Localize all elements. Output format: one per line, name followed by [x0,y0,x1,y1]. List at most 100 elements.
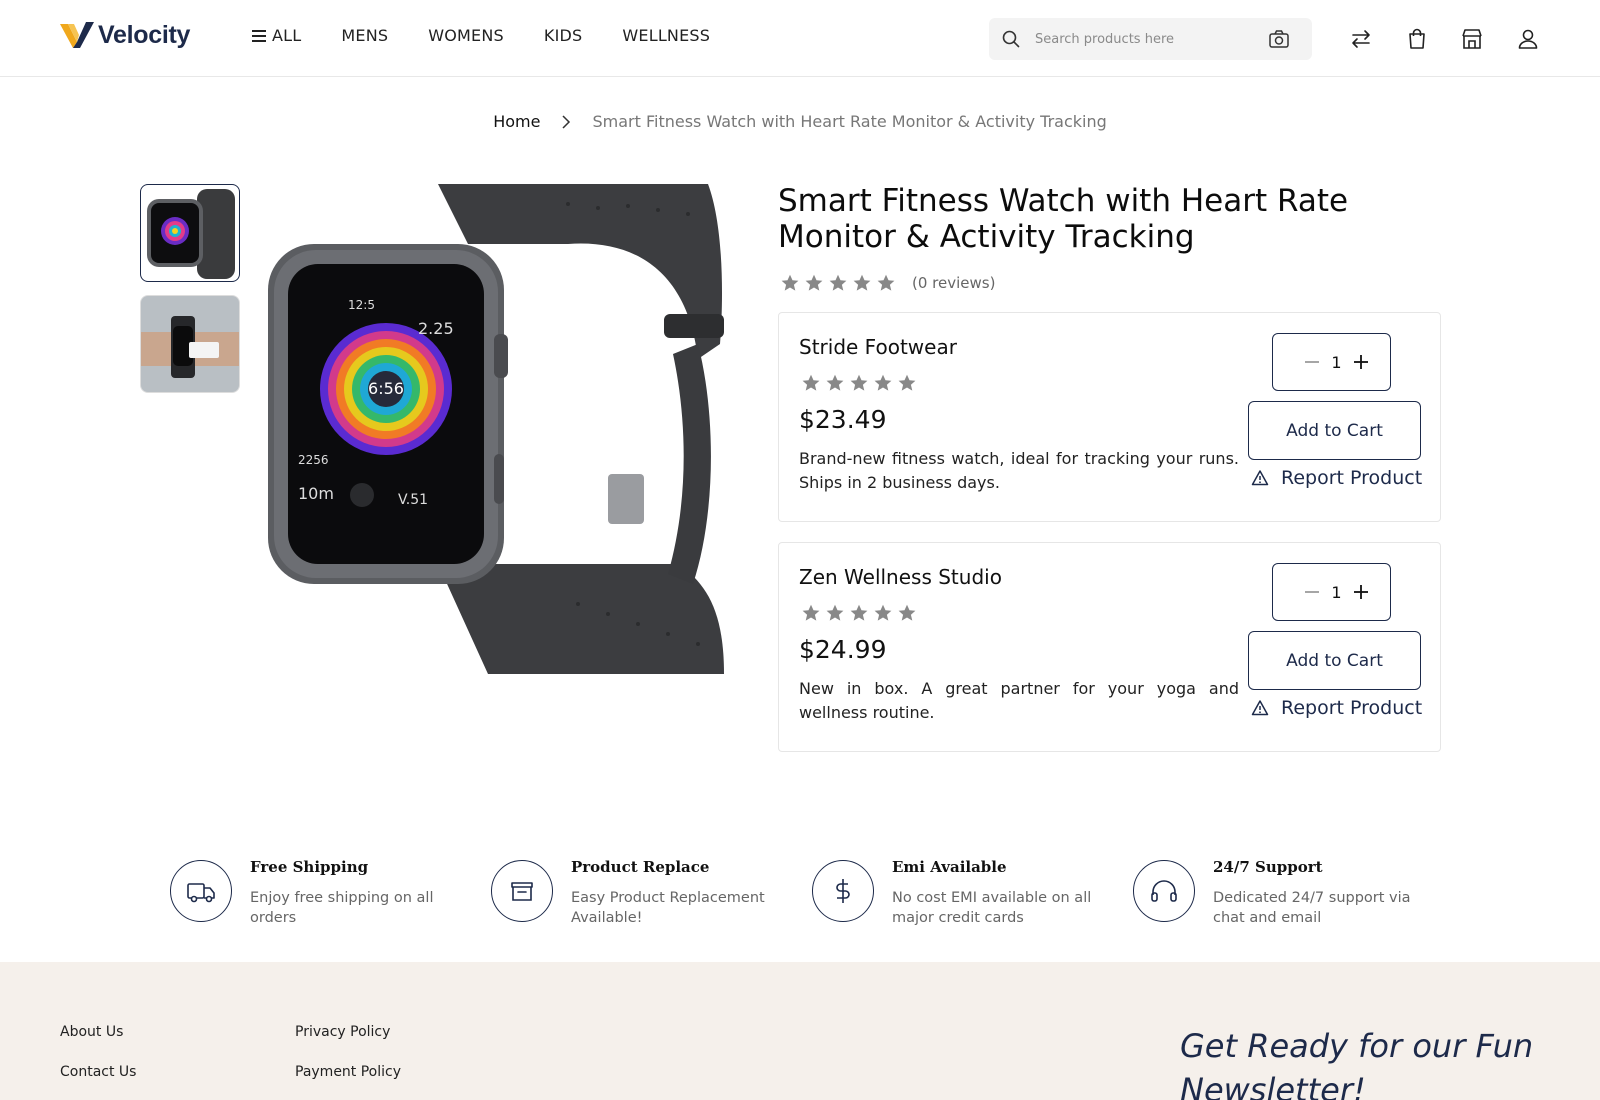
star-icon [850,604,868,621]
seller-name[interactable]: Zen Wellness Studio [799,565,1002,589]
newsletter-heading: Get Ready for our Fun Newsletter! [1180,1027,1534,1100]
user-icon[interactable] [1515,26,1541,52]
menu-icon [252,29,266,42]
star-icon [826,374,844,391]
add-to-cart-button[interactable]: Add to Cart [1248,631,1421,690]
truck-icon [187,883,215,903]
feature-description: Enjoy free shipping on all orders [250,890,434,926]
compare-icon[interactable] [1348,26,1374,52]
star-icon [805,274,823,291]
nav-item-mens[interactable]: MENS [341,26,388,45]
feature-icon-circle [812,860,874,922]
seller-description: Brand-new fitness watch, ideal for track… [799,449,1239,492]
seller-name[interactable]: Stride Footwear [799,335,957,359]
svg-text:2.25: 2.25 [418,319,454,338]
report-product-link[interactable]: Report Product [1251,697,1422,719]
star-icon [850,374,868,391]
feature-description: No cost EMI available on all major credi… [892,890,1092,926]
star-icon [898,604,916,621]
svg-text:10m: 10m [298,484,334,503]
minus-icon[interactable] [1303,353,1321,371]
nav-item-womens[interactable]: WOMENS [428,26,504,45]
dollar-icon [836,879,850,903]
plus-icon[interactable] [1352,353,1370,371]
breadcrumb-home[interactable]: Home [493,112,540,131]
feature-title: Emi Available [892,858,1007,876]
thumbnail-watch-on-wrist[interactable] [140,295,240,393]
product-rating: (0 reviews) [780,273,995,293]
seller-card: Zen Wellness Studio $24.99 New in box. A… [778,542,1441,752]
site-footer: About Us Contact Us Privacy Policy Payme… [0,962,1600,1100]
logo-mark-icon [60,22,94,48]
wrist-thumbnail-image [141,296,239,392]
seller-rating [801,603,921,623]
report-product-link[interactable]: Report Product [1251,467,1422,489]
star-icon [874,604,892,621]
seller-price: $23.49 [799,405,887,434]
feature-emi-available: Emi Available No cost EMI available on a… [812,858,1112,938]
store-icon[interactable] [1459,26,1485,52]
report-label: Report Product [1281,697,1423,719]
thumbnail-watch-front[interactable] [140,184,240,282]
search-bar [989,18,1312,60]
star-icon [874,374,892,391]
watch-thumbnail-image [147,189,235,279]
feature-product-replace: Product Replace Easy Product Replacement… [491,858,791,938]
product-main-image: 6:56 12:5 2.25 2256 10m V.51 [268,184,724,674]
add-to-cart-button[interactable]: Add to Cart [1248,401,1421,460]
feature-title: 24/7 Support [1213,858,1323,876]
search-icon[interactable] [1001,29,1021,49]
nav-label: ALL [272,26,302,45]
footer-link-privacy-policy[interactable]: Privacy Policy [295,1024,390,1040]
product-title: Smart Fitness Watch with Heart Rate Moni… [778,183,1349,255]
chevron-right-icon [562,114,571,129]
svg-text:V.51: V.51 [398,492,428,508]
quantity-stepper: 1 [1272,563,1391,621]
star-icon [802,374,820,391]
breadcrumb-current: Smart Fitness Watch with Heart Rate Moni… [592,112,1107,131]
footer-link-about-us[interactable]: About Us [60,1024,123,1040]
cart-bag-icon[interactable] [1404,26,1430,52]
star-icon [826,604,844,621]
report-label: Report Product [1281,467,1423,489]
logo[interactable]: Velocity [60,20,190,50]
feature-icon-circle [491,860,553,922]
search-input[interactable] [1035,31,1255,47]
quantity-value[interactable]: 1 [1331,583,1341,602]
main-nav: ALL MENS WOMENS KIDS WELLNESS [252,26,750,45]
camera-icon[interactable] [1268,28,1290,50]
star-icon [829,274,847,291]
feature-support: 24/7 Support Dedicated 24/7 support via … [1133,858,1433,938]
seller-description: New in box. A great partner for your yog… [799,679,1239,722]
feature-description: Dedicated 24/7 support via chat and emai… [1213,890,1411,926]
minus-icon[interactable] [1303,583,1321,601]
nav-item-kids[interactable]: KIDS [544,26,583,45]
star-icon [781,274,799,291]
star-icon [853,274,871,291]
star-icon [802,604,820,621]
star-icon [898,374,916,391]
star-icon [877,274,895,291]
feature-icon-circle [170,860,232,922]
warning-icon [1251,700,1269,716]
quantity-value[interactable]: 1 [1331,353,1341,372]
seller-price: $24.99 [799,635,887,664]
feature-free-shipping: Free Shipping Enjoy free shipping on all… [170,858,470,938]
footer-link-payment-policy[interactable]: Payment Policy [295,1064,401,1080]
svg-text:12:5: 12:5 [348,298,375,312]
feature-title: Free Shipping [250,858,369,876]
breadcrumb: Home Smart Fitness Watch with Heart Rate… [0,112,1600,131]
feature-description: Easy Product Replacement Available! [571,890,765,926]
seller-card: Stride Footwear $23.49 Brand-new fitness… [778,312,1441,522]
svg-text:6:56: 6:56 [368,379,404,398]
nav-item-all[interactable]: ALL [252,26,301,45]
footer-link-contact-us[interactable]: Contact Us [60,1064,136,1080]
brand-name: Velocity [98,20,191,49]
review-count[interactable]: (0 reviews) [912,274,995,292]
plus-icon[interactable] [1352,583,1370,601]
nav-item-wellness[interactable]: WELLNESS [622,26,710,45]
site-header: Velocity ALL MENS WOMENS KIDS WELLNESS [0,0,1600,77]
svg-text:2256: 2256 [298,453,329,467]
box-icon [511,882,533,901]
seller-rating [801,373,921,393]
